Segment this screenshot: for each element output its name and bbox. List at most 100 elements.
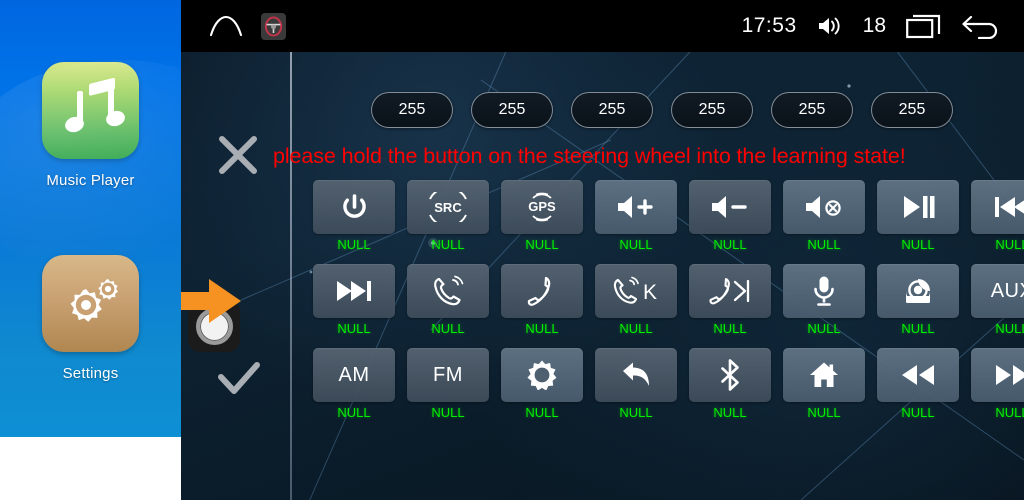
grid-cell: AUX NULL [971, 264, 1024, 336]
function-button-bluetooth[interactable] [689, 348, 771, 402]
function-button-next-track[interactable] [313, 264, 395, 318]
play-pause-icon [900, 194, 936, 220]
grid-cell: NULL [783, 348, 865, 420]
grid-cell: NULL [501, 348, 583, 420]
function-status: NULL [525, 405, 559, 420]
function-button-am[interactable]: AM [313, 348, 395, 402]
function-status: NULL [713, 321, 747, 336]
orange-arrow-icon [181, 279, 241, 323]
function-status: NULL [431, 405, 465, 420]
grid-cell: NULL [595, 180, 677, 252]
grid-cell: K NULL [595, 264, 677, 336]
function-status: NULL [431, 321, 465, 336]
call-key-icon: K [612, 275, 660, 307]
function-status: NULL [431, 237, 465, 252]
home-sidebar: Music Player Settings [0, 0, 181, 437]
panel-divider [290, 52, 292, 500]
function-status: NULL [995, 237, 1024, 252]
grid-cell: NULL [313, 180, 395, 252]
microphone-icon [812, 275, 836, 307]
music-note-icon [42, 62, 139, 159]
aux-icon: AUX [990, 279, 1024, 302]
steering-wheel-learning-panel: 17:53 18 255 255 255 255 255 255 please … [181, 0, 1024, 500]
grid-cell: NULL [877, 264, 959, 336]
gears-icon [42, 255, 139, 352]
adc-value-pill: 255 [771, 92, 853, 128]
grid-cell: NULL [783, 264, 865, 336]
function-button-src[interactable]: SRC [407, 180, 489, 234]
function-button-answer-call[interactable] [407, 264, 489, 318]
android-status-bar: 17:53 18 [181, 0, 1024, 52]
function-button-gps[interactable]: GPS [501, 180, 583, 234]
svg-text:K: K [643, 281, 657, 304]
grid-row: NULL NULL NULL K NULL NULL NULL NULL AU … [313, 264, 1024, 336]
volume-up-icon [616, 194, 656, 220]
fast-forward-icon [994, 363, 1024, 387]
grid-cell: NULL [877, 180, 959, 252]
grid-cell: AM NULL [313, 348, 395, 420]
home-outline-icon[interactable] [209, 14, 243, 38]
back-arrow-icon[interactable] [962, 13, 1002, 39]
grid-cell: NULL [689, 264, 771, 336]
brightness-icon [527, 360, 557, 390]
function-button-fm[interactable]: FM [407, 348, 489, 402]
sidebar-app-label: Music Player [46, 172, 135, 189]
function-button-power[interactable] [313, 180, 395, 234]
function-button-rewind[interactable] [877, 348, 959, 402]
grid-cell: GPS NULL [501, 180, 583, 252]
function-status: NULL [995, 321, 1024, 336]
next-track-icon [335, 279, 373, 303]
grid-cell: NULL [313, 264, 395, 336]
function-status: NULL [619, 321, 653, 336]
function-status: NULL [901, 405, 935, 420]
function-button-aux[interactable]: AUX [971, 264, 1024, 318]
grid-cell: NULL [971, 348, 1024, 420]
function-status: NULL [619, 237, 653, 252]
recents-icon[interactable] [906, 13, 942, 39]
function-button-hangup-call[interactable] [501, 264, 583, 318]
steering-wheel-icon[interactable] [261, 12, 286, 40]
function-button-previous-track[interactable] [971, 180, 1024, 234]
sidebar-app-settings[interactable]: Settings [0, 255, 181, 382]
grid-cell: NULL [877, 348, 959, 420]
home-icon [809, 361, 839, 389]
hangup-next-icon [707, 275, 753, 307]
function-button-volume-down[interactable] [689, 180, 771, 234]
function-button-microphone[interactable] [783, 264, 865, 318]
function-button-home[interactable] [783, 348, 865, 402]
function-button-call-key[interactable]: K [595, 264, 677, 318]
grid-cell: SRC NULL [407, 180, 489, 252]
function-status: NULL [807, 321, 841, 336]
adc-value-pill: 255 [871, 92, 953, 128]
previous-track-icon [993, 195, 1024, 219]
src-icon: SRC [424, 192, 472, 222]
function-status: NULL [901, 237, 935, 252]
function-button-brightness[interactable] [501, 348, 583, 402]
function-status: NULL [807, 237, 841, 252]
cancel-button[interactable] [217, 134, 259, 176]
function-button-mute[interactable] [783, 180, 865, 234]
sidebar-app-music-player[interactable]: Music Player [0, 62, 181, 189]
function-button-hangup-next[interactable] [689, 264, 771, 318]
function-status: NULL [619, 405, 653, 420]
function-button-return[interactable] [595, 348, 677, 402]
svg-text:GPS: GPS [528, 199, 556, 214]
grid-row: NULL SRC NULL GPS NULL NULL NULL NULL NU… [313, 180, 1024, 252]
function-button-fast-forward[interactable] [971, 348, 1024, 402]
function-status: NULL [525, 237, 559, 252]
bluetooth-icon [719, 359, 741, 391]
camera-icon [903, 276, 933, 306]
function-status: NULL [995, 405, 1024, 420]
function-status: NULL [713, 237, 747, 252]
function-status: NULL [713, 405, 747, 420]
function-status: NULL [901, 321, 935, 336]
function-button-camera[interactable] [877, 264, 959, 318]
function-button-play-pause[interactable] [877, 180, 959, 234]
grid-cell: NULL [501, 264, 583, 336]
confirm-button[interactable] [217, 360, 261, 398]
adc-value-pill: 255 [571, 92, 653, 128]
function-button-volume-up[interactable] [595, 180, 677, 234]
function-status: NULL [807, 405, 841, 420]
adc-value-pill: 255 [371, 92, 453, 128]
grid-cell: NULL [595, 348, 677, 420]
